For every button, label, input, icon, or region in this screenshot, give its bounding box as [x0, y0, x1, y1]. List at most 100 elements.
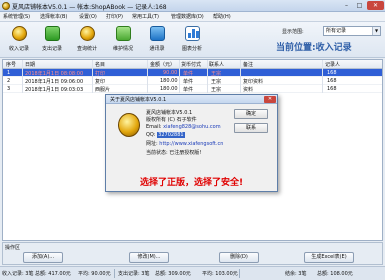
table-header: 序号 日期 名目 金额（元） 货币付式 联系人 备注 记录人	[3, 60, 382, 69]
column-divider	[207, 60, 208, 93]
col-note[interactable]: 备注	[243, 61, 253, 68]
column-divider	[322, 60, 323, 93]
gold-coin-logo-icon	[118, 113, 140, 137]
cell-item: 打印	[95, 71, 106, 77]
address-book-button[interactable]: 通讯录	[143, 24, 171, 56]
menu-tools[interactable]: 常用工具(T)	[132, 13, 159, 20]
range-label: 显示范围:	[282, 29, 304, 35]
cell-no: 3	[7, 86, 11, 92]
status-divider	[239, 269, 240, 278]
menu-settings[interactable]: 设置(O)	[79, 13, 97, 20]
column-divider	[179, 60, 180, 93]
product-name: 夏风店铺帐本V5.0.1	[146, 110, 193, 116]
menu-print[interactable]: 打印(P)	[106, 13, 123, 20]
license-state: 当前状态: 已注册授权版!	[146, 150, 202, 156]
gold-coin-icon	[12, 26, 27, 41]
address-book-icon	[150, 26, 165, 41]
slogan: 选择了正版，选择了安全!	[139, 178, 244, 188]
chart-icon	[185, 26, 200, 41]
position-prefix: 当前位置:	[276, 43, 316, 53]
range-value: 所有记录	[326, 28, 347, 34]
export-excel-button[interactable]: 生成Excel表(E)	[304, 252, 354, 263]
col-amount[interactable]: 金额（元）	[150, 61, 175, 68]
col-no[interactable]: 序号	[6, 61, 16, 68]
current-position: 当前位置:收入记录	[276, 40, 352, 53]
cell-payment: 单件	[183, 71, 194, 77]
delete-button[interactable]: 删除(D)	[219, 252, 259, 263]
ok-button[interactable]: 确定	[234, 109, 268, 119]
menu-help[interactable]: 帮助(H)	[213, 13, 231, 20]
expense-record-button[interactable]: 支出记录	[38, 24, 66, 56]
add-button[interactable]: 添加(A)...	[23, 252, 63, 263]
table-row[interactable]: 1 2018年1月1日 08:08:00 打印 90.00 单件 王宗 168	[3, 69, 382, 77]
cell-date: 2018年1月1日 09:06:00	[25, 79, 84, 85]
chart-analysis-label: 图表分析	[181, 46, 202, 52]
contact-button[interactable]: 联系	[234, 123, 268, 133]
dialog-close-button[interactable]: ✕	[264, 96, 276, 103]
chevron-down-icon[interactable]: ▼	[372, 27, 380, 35]
col-recorder[interactable]: 记录人	[325, 61, 340, 68]
cell-recorder: 168	[327, 86, 337, 92]
menu-database[interactable]: 管理数据库(D)	[171, 13, 204, 20]
cell-contact: 王宗	[211, 79, 222, 85]
cell-contact: 王宗	[211, 87, 222, 93]
qq-label: QQ:	[146, 132, 156, 138]
operations-caption: 操作区	[5, 245, 21, 251]
income-record-label: 收入记录	[8, 46, 29, 52]
maintenance-icon	[116, 26, 131, 41]
income-avg: 平均: 90.00元	[78, 271, 111, 277]
column-divider	[147, 60, 148, 93]
maintenance-label: 维护情况	[112, 46, 133, 52]
range-select[interactable]: 所有记录 ▼	[323, 26, 381, 36]
edit-button[interactable]: 修改(M)...	[129, 252, 169, 263]
cell-no: 2	[7, 78, 11, 84]
search-stats-icon	[80, 26, 95, 41]
cell-recorder: 168	[327, 78, 337, 84]
income-total: 总额: 417.00元	[35, 271, 71, 277]
cell-date: 2018年1月1日 09:03:03	[25, 87, 84, 93]
column-divider	[92, 60, 93, 93]
email-label: Email:	[146, 124, 162, 130]
email-link[interactable]: xiafeng828@sohu.com	[163, 124, 220, 130]
column-divider	[240, 60, 241, 93]
query-stats-button[interactable]: 查询统计	[73, 24, 101, 56]
col-payment[interactable]: 货币付式	[181, 61, 201, 68]
chart-analysis-button[interactable]: 图表分析	[178, 24, 206, 56]
maintenance-button[interactable]: 维护情况	[109, 24, 137, 56]
column-divider	[22, 60, 23, 93]
cell-recorder: 168	[327, 70, 337, 76]
col-contact[interactable]: 联系人	[209, 61, 224, 68]
net-count: 结余: 3笔	[285, 271, 307, 277]
close-button[interactable]: ✕	[367, 1, 384, 10]
maximize-button[interactable]: □	[354, 1, 365, 10]
cell-amount: 90.00	[163, 70, 178, 76]
dialog-title-bar: 关于夏风店铺帐本V5.0.1 ✕	[106, 95, 277, 104]
about-dialog: 关于夏风店铺帐本V5.0.1 ✕ 夏风店铺帐本V5.0.1 版权所有 (C) 石…	[105, 94, 278, 192]
menu-book[interactable]: 选择帐本(B)	[40, 13, 67, 20]
expense-total: 总额: 309.00元	[155, 271, 191, 277]
title-bar: 夏风店铺帐本V5.0.1 — 帐本:ShopABook — 记录人:168 – …	[0, 0, 385, 12]
minimize-button[interactable]: –	[341, 1, 352, 10]
qq-value[interactable]: 32702881	[157, 132, 185, 138]
main-window: 夏风店铺帐本V5.0.1 — 帐本:ShopABook — 记录人:168 – …	[0, 0, 385, 280]
table-row[interactable]: 3 2018年1月1日 09:03:03 西服片 180.00 单件 王宗 资料…	[3, 85, 382, 93]
address-book-label: 通讯录	[149, 46, 165, 52]
email-line: Email: xiafeng828@sohu.com	[146, 124, 221, 130]
website-link[interactable]: http://www.xiafengsoft.cn	[159, 141, 223, 147]
position-value: 收入记录	[315, 43, 352, 53]
col-item[interactable]: 名目	[95, 61, 105, 68]
cell-no: 1	[7, 70, 11, 76]
website-line: 网址: http://www.xiafengsoft.cn	[146, 140, 223, 147]
app-icon	[2, 2, 10, 10]
query-stats-label: 查询统计	[76, 46, 97, 52]
copyright: 版权所有 (C) 石子软件	[146, 117, 197, 123]
window-title: 夏风店铺帐本V5.0.1 — 帐本:ShopABook — 记录人:168	[12, 4, 167, 11]
col-date[interactable]: 日期	[25, 61, 35, 68]
cell-amount: 180.00	[160, 78, 178, 84]
cell-date: 2018年1月1日 08:08:00	[25, 71, 84, 77]
table-row[interactable]: 2 2018年1月1日 09:06:00 复印 180.00 单件 王宗 复印资…	[3, 77, 382, 85]
income-record-button[interactable]: 收入记录	[5, 24, 33, 56]
menu-system[interactable]: 系统管理(S)	[3, 13, 30, 20]
cell-note: 资料	[243, 87, 254, 93]
expense-avg: 平均: 103.00元	[202, 271, 238, 277]
